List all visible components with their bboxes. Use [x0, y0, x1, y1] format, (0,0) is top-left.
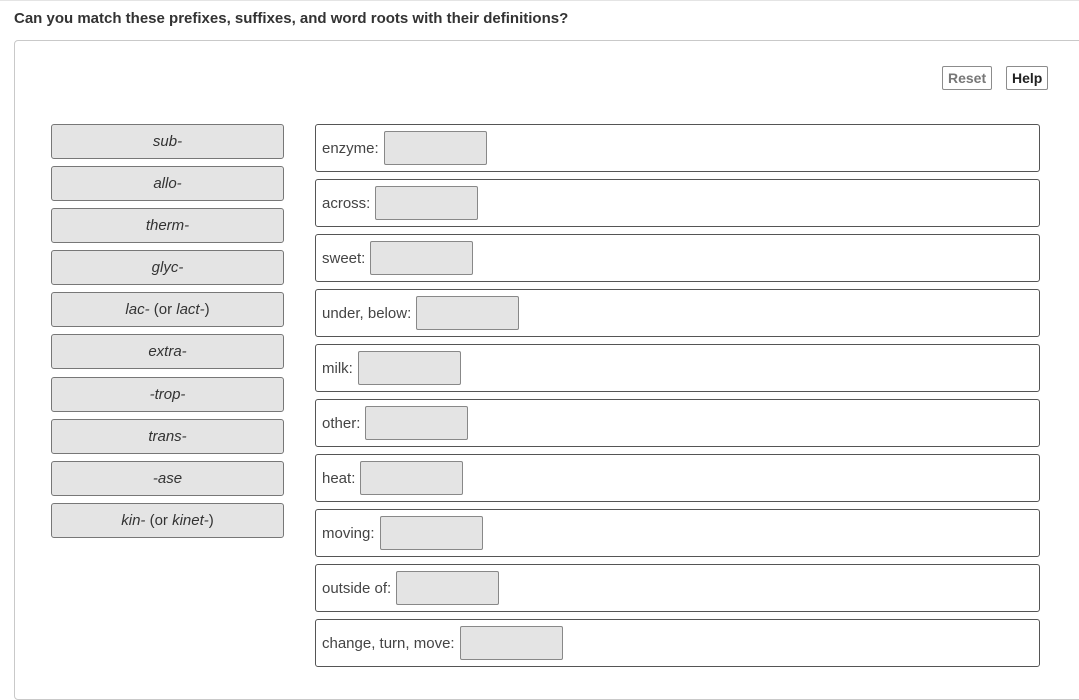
chip-term: allo-: [153, 175, 182, 192]
drop-target-change-turn-move[interactable]: [460, 626, 563, 660]
chip-term: kin-: [121, 512, 146, 529]
answer-chip-glyc[interactable]: glyc-: [51, 250, 284, 285]
drop-target-across[interactable]: [375, 186, 478, 220]
drop-target-under-below[interactable]: [416, 296, 519, 330]
drop-target-sweet[interactable]: [370, 241, 473, 275]
answer-chip-trop[interactable]: -trop-: [51, 377, 284, 412]
chip-alt-term: kinet-: [172, 512, 209, 529]
top-divider: [0, 0, 1079, 1]
chip-term: extra-: [148, 343, 187, 360]
chip-term: trans-: [148, 428, 187, 445]
help-button[interactable]: Help: [1006, 66, 1049, 90]
definition-label: moving:: [322, 525, 375, 542]
definition-label: milk:: [322, 360, 353, 377]
drop-target-other[interactable]: [365, 406, 468, 440]
chip-alt-open: (or: [149, 301, 177, 318]
definition-label: enzyme:: [322, 140, 379, 157]
answer-chip-kin[interactable]: kin- (or kinet-): [51, 503, 284, 538]
chip-alt-term: lact-: [176, 301, 205, 318]
answer-chip-lac[interactable]: lac- (or lact-): [51, 292, 284, 327]
reset-button[interactable]: Reset: [942, 66, 993, 90]
drop-target-heat[interactable]: [360, 461, 463, 495]
answer-chip-extra[interactable]: extra-: [51, 334, 284, 369]
drop-target-enzyme[interactable]: [384, 131, 487, 165]
chip-alt-open: (or: [145, 512, 173, 529]
definition-label: under, below:: [322, 305, 412, 322]
drop-target-moving[interactable]: [380, 516, 483, 550]
chip-term: therm-: [145, 217, 190, 234]
answer-chip-ase[interactable]: -ase: [51, 461, 284, 496]
definition-label: outside of:: [322, 580, 392, 597]
drop-target-milk[interactable]: [358, 351, 461, 385]
definition-row-milk: milk:: [315, 344, 1040, 392]
answer-chip-allo[interactable]: allo-: [51, 166, 284, 201]
definition-row-change-turn-move: change, turn, move:: [315, 619, 1040, 667]
chip-term: glyc-: [151, 259, 184, 276]
definition-row-sweet: sweet:: [315, 234, 1040, 282]
question-prompt: Can you match these prefixes, suffixes, …: [14, 10, 569, 27]
definition-label: heat:: [322, 470, 356, 487]
definition-row-enzyme: enzyme:: [315, 124, 1040, 172]
answer-chip-trans[interactable]: trans-: [51, 419, 284, 454]
definition-row-other: other:: [315, 399, 1040, 447]
chip-term: -ase: [152, 470, 183, 487]
answer-chip-sub[interactable]: sub-: [51, 124, 284, 159]
definition-row-moving: moving:: [315, 509, 1040, 557]
chip-term: lac-: [125, 301, 150, 318]
answer-chip-therm[interactable]: therm-: [51, 208, 284, 243]
chip-alt-close: ): [208, 512, 214, 529]
definition-row-under-below: under, below:: [315, 289, 1040, 337]
definition-label: change, turn, move:: [322, 635, 455, 652]
definition-label: sweet:: [322, 250, 366, 267]
definition-row-across: across:: [315, 179, 1040, 227]
drop-target-outside-of[interactable]: [396, 571, 499, 605]
definition-label: other:: [322, 415, 361, 432]
chip-alt-close: ): [204, 301, 210, 318]
chip-term: -trop-: [149, 386, 186, 403]
definition-row-outside-of: outside of:: [315, 564, 1040, 612]
definition-label: across:: [322, 195, 371, 212]
definition-row-heat: heat:: [315, 454, 1040, 502]
chip-term: sub-: [152, 133, 183, 150]
